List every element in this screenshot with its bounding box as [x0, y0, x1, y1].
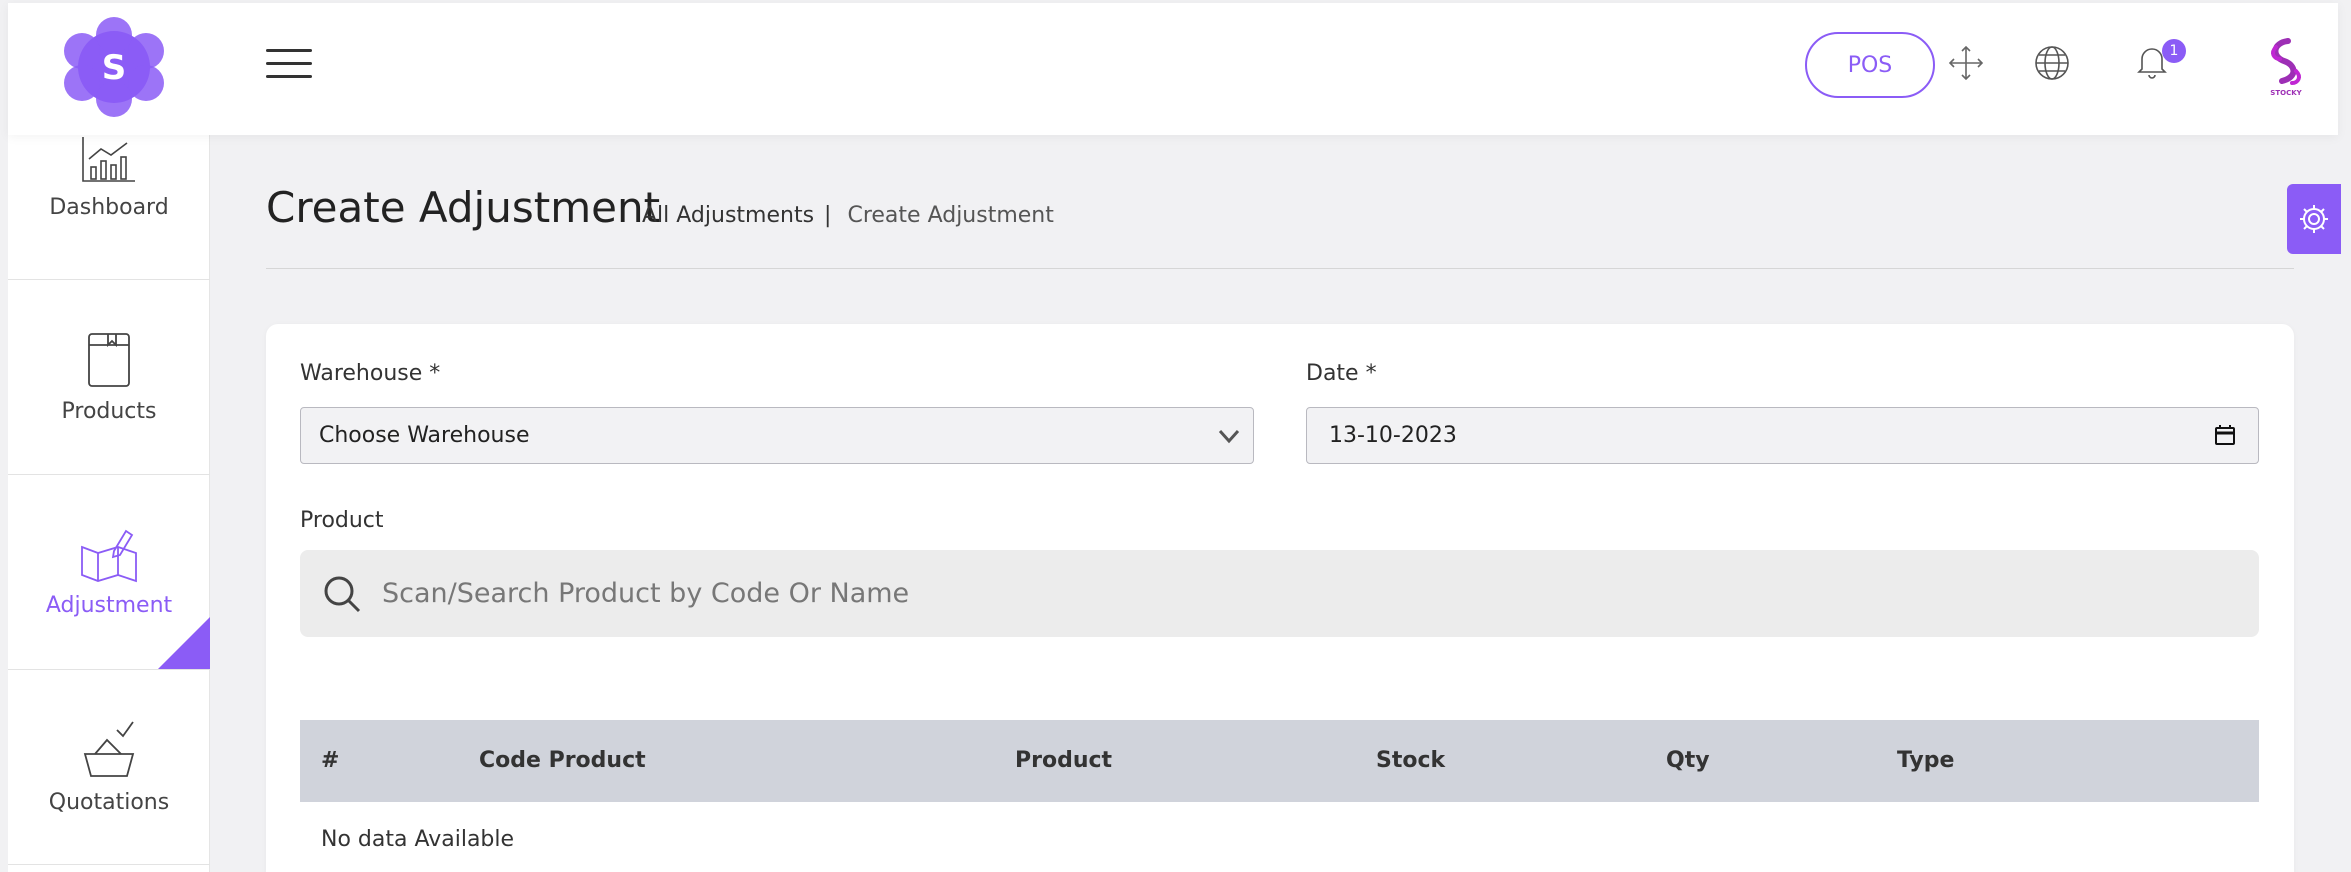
column-header-type: Type [1897, 748, 1955, 773]
page-title: Create Adjustment [266, 183, 661, 232]
adjustment-map-icon [81, 529, 137, 582]
sidebar-item-label: Products [61, 398, 157, 424]
warehouse-label: Warehouse * [300, 361, 441, 386]
sidebar: Dashboard Products Adjustment Quotations [8, 135, 210, 872]
pos-button[interactable]: POS [1805, 32, 1935, 98]
dashboard-chart-icon [82, 137, 135, 182]
title-divider [266, 268, 2294, 269]
active-indicator [158, 617, 210, 669]
column-header-code-product: Code Product [479, 748, 646, 773]
notification-badge: 1 [2162, 39, 2186, 63]
date-input-value: 13-10-2023 [1329, 423, 1457, 448]
sidebar-item-products[interactable]: Products [8, 280, 210, 475]
column-header-stock: Stock [1376, 748, 1446, 773]
product-search-input[interactable] [382, 578, 2182, 609]
stocky-brand-logo: STOCKY [2270, 38, 2303, 97]
sidebar-item-adjustment[interactable]: Adjustment [8, 475, 210, 670]
table-empty-message: No data Available [321, 827, 515, 852]
gear-icon [2300, 205, 2328, 233]
breadcrumb: All Adjustments | Create Adjustment [642, 203, 1054, 228]
fullscreen-icon[interactable] [1946, 43, 1986, 83]
warehouse-select[interactable]: Choose Warehouse [300, 407, 1254, 464]
column-header-qty: Qty [1666, 748, 1710, 773]
calendar-icon[interactable] [2214, 424, 2236, 446]
sidebar-item-label: Adjustment [45, 592, 173, 618]
breadcrumb-link-all-adjustments[interactable]: All Adjustments [642, 203, 814, 228]
logo-letter: S [102, 48, 127, 88]
brand-text: STOCKY [2270, 89, 2302, 97]
sidebar-item-dashboard[interactable]: Dashboard [8, 135, 210, 280]
column-header-product: Product [1015, 748, 1113, 773]
chevron-down-icon [1218, 429, 1240, 444]
sidebar-item-quotations[interactable]: Quotations [8, 670, 210, 865]
breadcrumb-separator: | [824, 203, 832, 228]
sidebar-item-label: Dashboard [49, 195, 169, 220]
menu-icon[interactable] [266, 49, 312, 85]
settings-tab[interactable] [2287, 184, 2341, 254]
app-logo[interactable]: S [56, 15, 172, 119]
date-input[interactable]: 13-10-2023 [1306, 407, 2259, 464]
table-header: # Code Product Product Stock Qty Type [300, 720, 2259, 802]
breadcrumb-current: Create Adjustment [847, 203, 1054, 228]
column-header-index: # [321, 748, 340, 773]
globe-icon[interactable] [2032, 43, 2072, 83]
product-book-icon [88, 332, 130, 387]
search-icon [324, 576, 361, 612]
date-label: Date * [1306, 361, 1377, 386]
warehouse-select-value: Choose Warehouse [319, 423, 530, 448]
product-label: Product [300, 508, 384, 533]
product-search[interactable] [300, 550, 2259, 637]
top-bar: S POS 1 STOCKY [8, 3, 2338, 135]
sidebar-item-label: Quotations [48, 789, 170, 815]
quotation-basket-icon [83, 720, 135, 777]
